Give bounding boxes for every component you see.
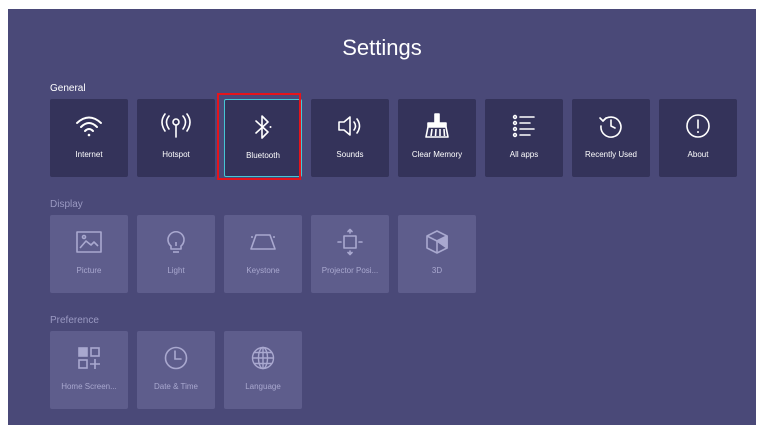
tile-all-apps[interactable]: All apps	[485, 99, 563, 177]
tile-label: Picture	[76, 266, 102, 275]
tile-label: Clear Memory	[411, 150, 463, 159]
tile-label: Projector Posi...	[321, 266, 379, 275]
tile-label: 3D	[431, 266, 443, 275]
picture-icon	[50, 227, 128, 257]
section-label-display: Display	[50, 199, 83, 210]
broom-icon	[398, 111, 476, 141]
tile-clear-memory[interactable]: Clear Memory	[398, 99, 476, 177]
home-screen-icon	[50, 343, 128, 373]
tile-about[interactable]: About	[659, 99, 737, 177]
page-title: Settings	[342, 35, 422, 60]
tile-label: Date & Time	[153, 382, 198, 391]
tile-light[interactable]: Light	[137, 215, 215, 293]
section-label-general: General	[50, 83, 86, 94]
tile-date-time[interactable]: Date & Time	[137, 331, 215, 409]
list-icon	[485, 111, 563, 141]
hotspot-icon	[137, 111, 215, 141]
tile-label: Sounds	[336, 150, 364, 159]
speaker-icon	[311, 111, 389, 141]
tile-home-screen[interactable]: Home Screen...	[50, 331, 128, 409]
lightbulb-icon	[137, 227, 215, 257]
tile-label: Keystone	[246, 266, 280, 275]
tile-recently-used[interactable]: Recently Used	[572, 99, 650, 177]
keystone-icon	[224, 227, 302, 257]
tile-label: Hotspot	[162, 150, 190, 159]
tile-picture[interactable]: Picture	[50, 215, 128, 293]
section-label-preference: Preference	[50, 315, 99, 326]
projector-position-icon	[311, 227, 389, 257]
tile-label: Light	[167, 266, 185, 275]
tile-label: Language	[245, 382, 281, 391]
cube-icon	[398, 227, 476, 257]
tile-internet[interactable]: Internet	[50, 99, 128, 177]
tile-keystone[interactable]: Keystone	[224, 215, 302, 293]
wifi-icon	[50, 111, 128, 141]
settings-screen: Settings General Internet Hotspot Blueto…	[8, 9, 756, 425]
tile-label: Home Screen...	[61, 382, 117, 391]
tile-hotspot[interactable]: Hotspot	[137, 99, 215, 177]
tile-sounds[interactable]: Sounds	[311, 99, 389, 177]
tile-projector-position[interactable]: Projector Posi...	[311, 215, 389, 293]
tile-label: All apps	[509, 150, 539, 159]
tile-3d[interactable]: 3D	[398, 215, 476, 293]
info-icon	[659, 111, 737, 141]
highlight-box	[217, 93, 301, 180]
tile-language[interactable]: Language	[224, 331, 302, 409]
clock-icon	[137, 343, 215, 373]
globe-icon	[224, 343, 302, 373]
tile-label: About	[687, 150, 709, 159]
tile-label: Internet	[75, 150, 103, 159]
history-icon	[572, 111, 650, 141]
tile-label: Recently Used	[584, 150, 638, 159]
